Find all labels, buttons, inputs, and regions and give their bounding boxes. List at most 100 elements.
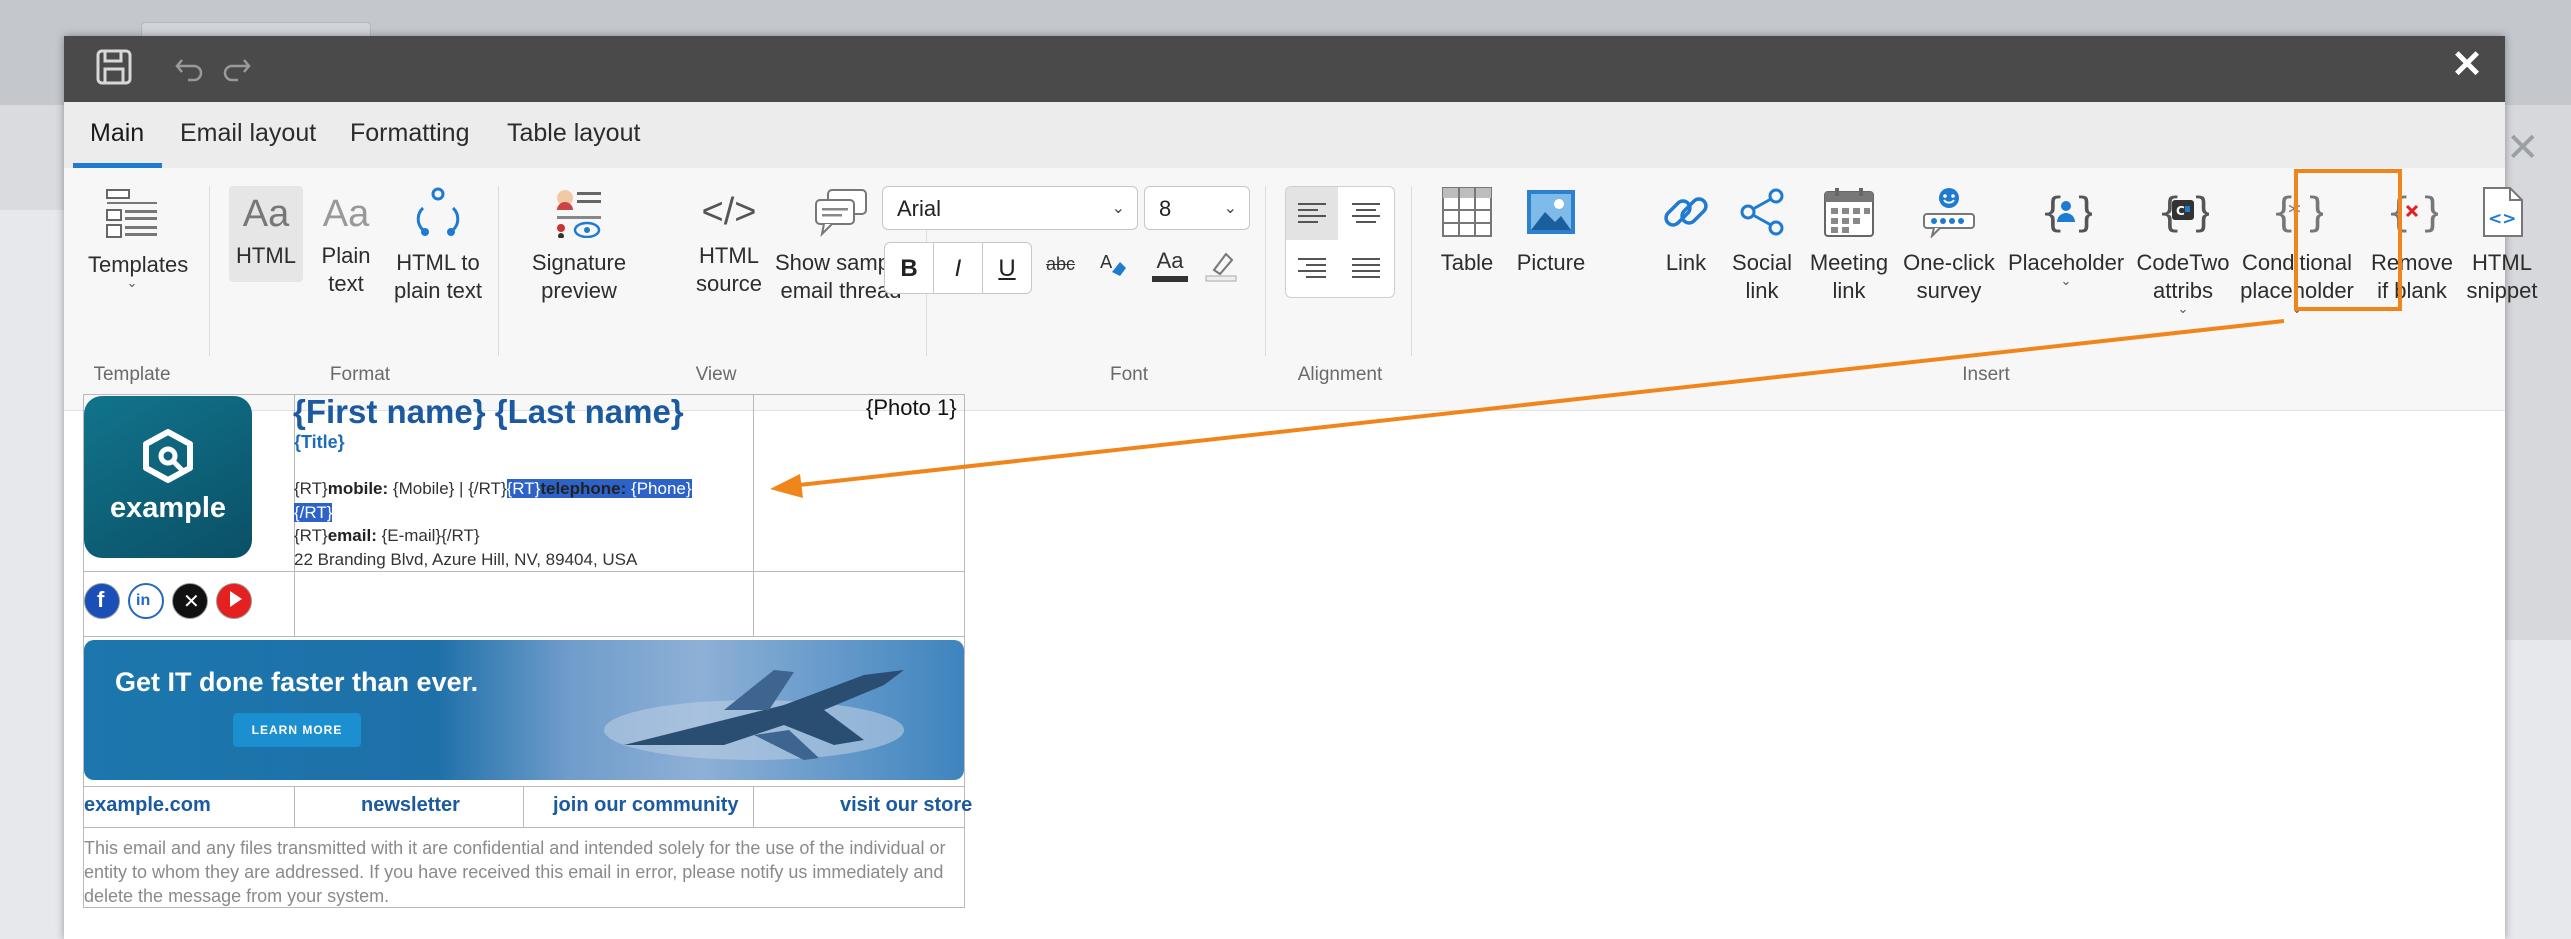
social-link-label-2: link: [1745, 278, 1779, 303]
name-placeholder[interactable]: {First name} {Last name}: [293, 393, 684, 431]
html-snippet-label-2: snippet: [2466, 278, 2538, 303]
legal-disclaimer[interactable]: This email and any files transmitted wit…: [84, 836, 964, 908]
font-size-value: 8: [1159, 196, 1172, 221]
facebook-icon[interactable]: f: [84, 583, 120, 619]
insert-codetwo-attribs-button[interactable]: {}C CodeTwo attribs ⌄: [2130, 186, 2236, 316]
share-icon: [1725, 186, 1799, 245]
insert-table-button[interactable]: Table: [1430, 186, 1504, 277]
html-snippet-label-1: HTML: [2472, 250, 2532, 275]
italic-button[interactable]: I: [933, 242, 983, 294]
svg-text:A: A: [1100, 252, 1113, 273]
banner-headline-1: Get: [115, 667, 168, 697]
close-dialog-button[interactable]: ✕: [2451, 46, 2483, 84]
chevron-down-icon: ⌄: [126, 275, 138, 290]
font-family-select[interactable]: Arial ⌄: [882, 186, 1138, 230]
footer-link-store[interactable]: visit our store: [840, 794, 972, 817]
align-right-button[interactable]: [1286, 242, 1338, 295]
insert-html-snippet-button[interactable]: <> HTML snippet: [2462, 186, 2542, 305]
meeting-link-label-2: link: [1832, 278, 1866, 303]
ribbon-tab-bar: Main Email layout Formatting Table layou…: [64, 102, 2505, 168]
plain-text-icon: Aa: [322, 193, 370, 235]
telephone-rt-close: {/RT}: [294, 503, 333, 522]
html-to-plain-text-button[interactable]: HTML to plain text: [386, 186, 490, 305]
html-to-plain-icon: [386, 186, 490, 245]
html-source-label-2: source: [695, 271, 763, 296]
footer-link-community[interactable]: join our community: [553, 794, 739, 817]
insert-survey-button[interactable]: One-click survey: [1898, 186, 2000, 305]
undo-icon[interactable]: [174, 52, 204, 87]
insert-social-link-button[interactable]: Social link: [1725, 186, 1799, 305]
contact-line-phones[interactable]: {RT}mobile: {Mobile} | {/RT}{RT}telephon…: [294, 479, 692, 499]
contact-line-telephone-end[interactable]: {/RT}: [294, 503, 333, 523]
templates-button[interactable]: Templates ⌄: [88, 188, 188, 290]
telephone-value: {Phone}: [626, 479, 692, 498]
linkedin-icon[interactable]: in: [128, 583, 164, 619]
footer-link-newsletter[interactable]: newsletter: [361, 794, 460, 817]
chevron-down-icon: ⌄: [1111, 200, 1125, 217]
email-value: {E-mail}{/RT}: [376, 526, 480, 545]
group-label-insert: Insert: [1962, 364, 2010, 385]
background-sidebar: [0, 105, 64, 210]
tab-email-layout[interactable]: Email layout: [180, 102, 316, 168]
svg-text:}: }: [2420, 190, 2438, 236]
redo-icon[interactable]: [222, 52, 252, 87]
banner-headline-2: done faster than ever.: [191, 667, 479, 697]
signature-preview-label-1: Signature: [531, 250, 627, 275]
tab-main[interactable]: Main: [90, 102, 144, 168]
promo-banner[interactable]: Get IT done faster than ever. LEARN MORE: [84, 640, 964, 780]
background-close-icon: ✕: [2506, 126, 2540, 170]
align-center-button[interactable]: [1340, 187, 1392, 240]
email-rt-open: {RT}: [294, 526, 328, 545]
align-left-button[interactable]: [1286, 187, 1338, 240]
bold-button[interactable]: B: [884, 242, 934, 294]
insert-placeholder-button[interactable]: {} Placeholder ⌄: [2008, 186, 2124, 287]
codetwo-label-2: attribs: [2153, 278, 2213, 303]
table-cell: [294, 571, 754, 637]
insert-link-button[interactable]: Link: [1649, 186, 1723, 277]
picture-icon: [1508, 186, 1594, 245]
html-format-button[interactable]: Aa HTML: [229, 186, 303, 282]
banner-learn-more-button[interactable]: LEARN MORE: [233, 713, 361, 747]
plain-text-button[interactable]: Aa Plain text: [314, 186, 378, 298]
survey-icon: [1898, 186, 2000, 245]
font-color-label: Aa: [1156, 248, 1184, 273]
photo-placeholder[interactable]: {Photo 1}: [866, 395, 957, 421]
x-twitter-icon[interactable]: ✕: [172, 583, 208, 619]
underline-button[interactable]: U: [982, 242, 1032, 294]
title-placeholder[interactable]: {Title}: [294, 432, 345, 453]
jet-aircraft-image: [604, 670, 904, 760]
tab-table-layout[interactable]: Table layout: [507, 102, 640, 168]
tab-formatting[interactable]: Formatting: [350, 102, 469, 168]
youtube-icon[interactable]: [216, 583, 252, 619]
chevron-down-icon: ⌄: [2177, 301, 2189, 316]
table-cell: [753, 571, 965, 637]
insert-picture-button[interactable]: Picture: [1508, 186, 1594, 277]
group-divider: [1411, 186, 1412, 356]
group-divider: [1265, 186, 1266, 356]
insert-meeting-link-button[interactable]: Meeting link: [1806, 186, 1892, 305]
font-color-button[interactable]: Aa: [1152, 248, 1188, 282]
signature-preview-icon: [524, 186, 634, 245]
svg-text:C: C: [2176, 204, 2185, 218]
contact-line-email[interactable]: {RT}email: {E-mail}{/RT}: [294, 526, 480, 546]
font-size-select[interactable]: 8 ⌄: [1144, 186, 1250, 230]
signature-preview-button[interactable]: Signature preview: [524, 186, 634, 305]
address-line[interactable]: 22 Branding Blvd, Azure Hill, NV, 89404,…: [294, 550, 637, 570]
plain-text-label-2: text: [328, 271, 364, 296]
codetwo-label-1: CodeTwo: [2136, 250, 2230, 275]
chevron-down-icon: ⌄: [1223, 200, 1237, 217]
strikethrough-button[interactable]: abc: [1046, 254, 1075, 275]
email-label: email:: [327, 526, 377, 545]
callout-highlight-box: [2294, 169, 2402, 311]
insert-link-label: Link: [1665, 250, 1707, 275]
align-justify-button[interactable]: [1340, 242, 1392, 295]
footer-link-website[interactable]: example.com: [84, 794, 211, 817]
html-source-button[interactable]: </> HTML source: [688, 186, 770, 298]
save-icon[interactable]: [94, 47, 134, 92]
logo-mark-icon: [143, 429, 193, 483]
highlight-button[interactable]: [1204, 248, 1238, 288]
templates-icon: [88, 188, 176, 247]
clear-format-button[interactable]: A: [1100, 250, 1130, 286]
company-logo: example: [84, 396, 252, 558]
mobile-label: mobile:: [327, 479, 389, 498]
